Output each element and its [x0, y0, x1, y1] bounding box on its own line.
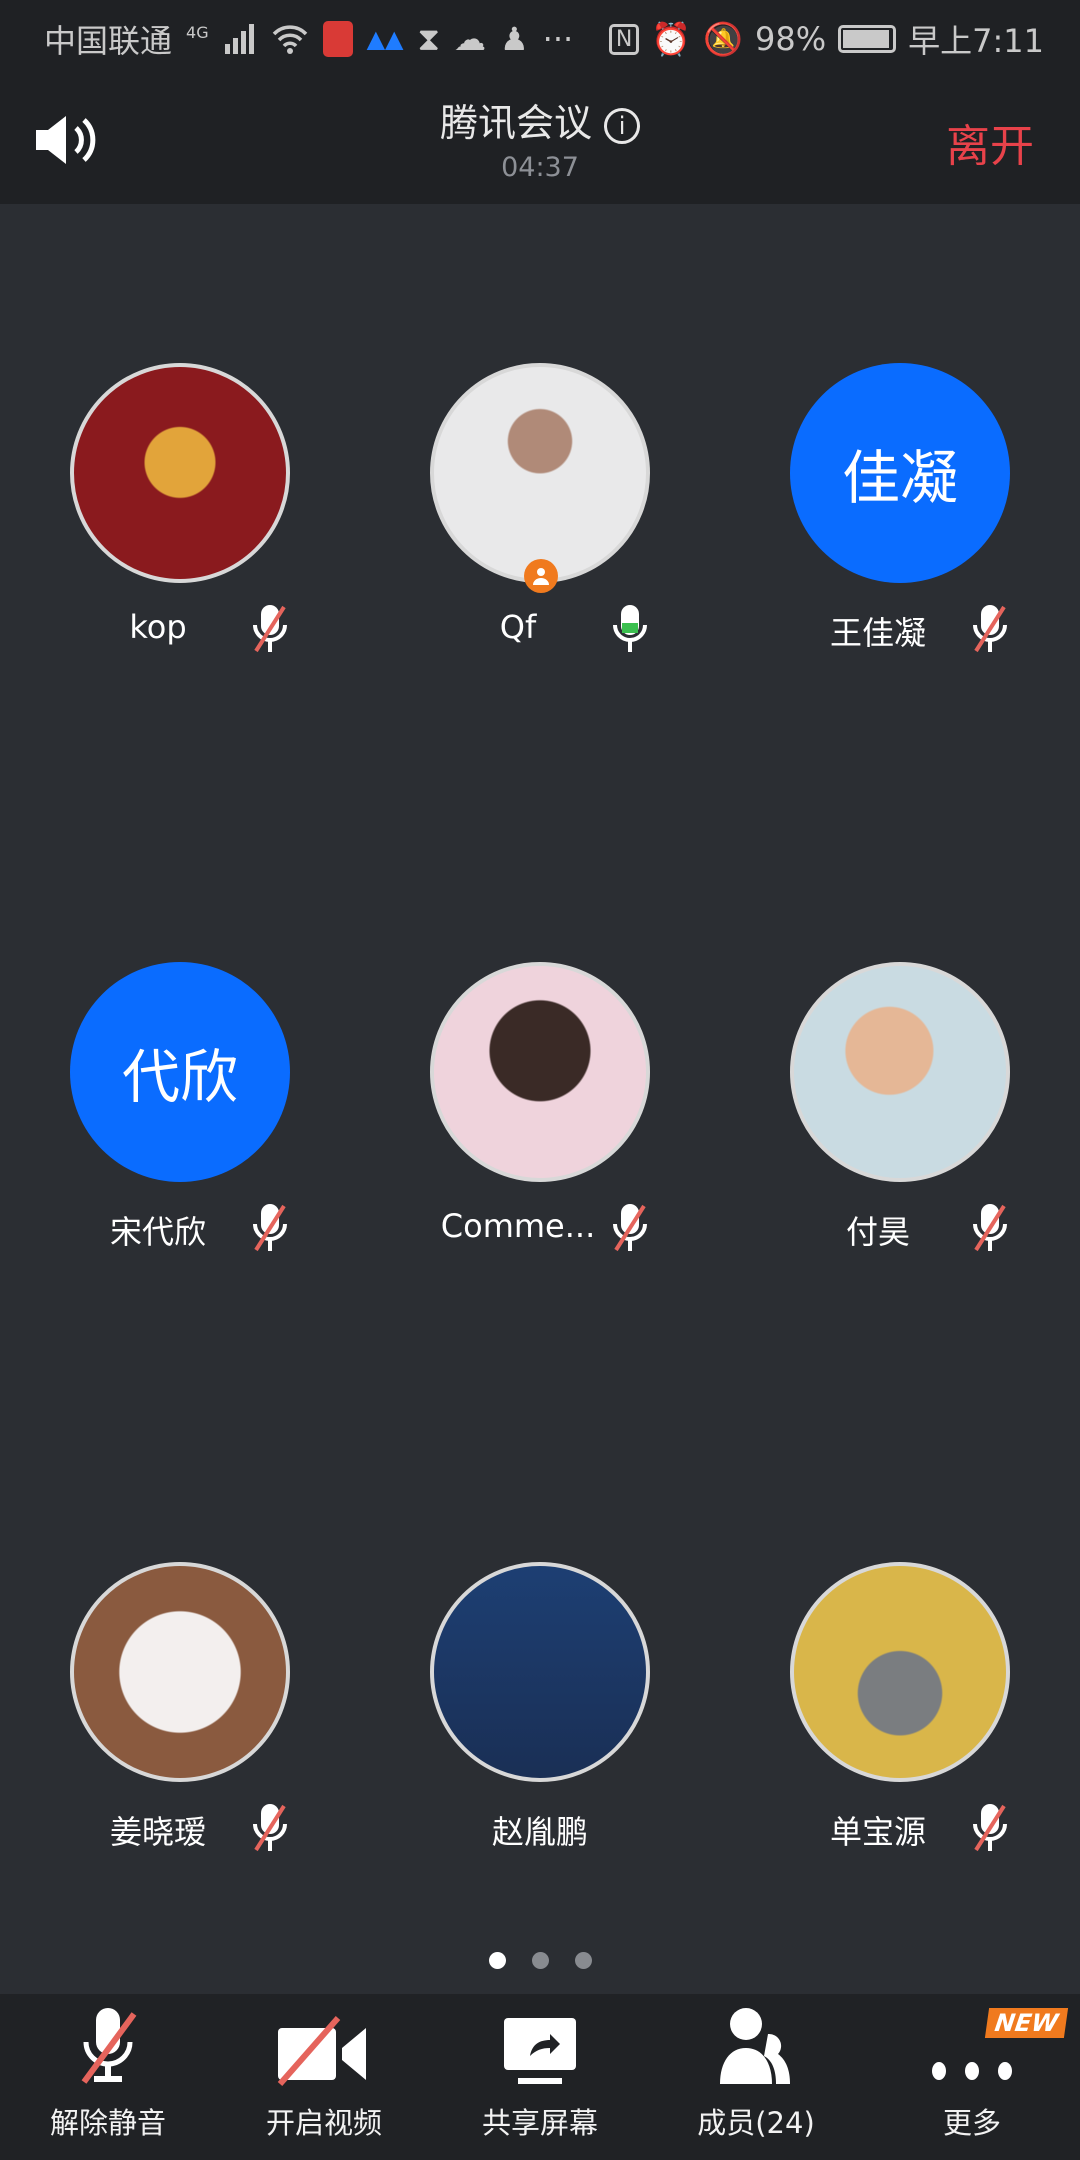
participant-tile[interactable]: 佳凝王佳凝 [720, 363, 1080, 693]
participant-name: 单宝源 [829, 1813, 926, 1851]
video-off-icon [216, 1994, 432, 2094]
participant-tile[interactable]: 姜晓瑷 [0, 1562, 360, 1892]
clock: 早上7:11 [908, 22, 1044, 60]
network-type: 4G [186, 22, 209, 42]
toolbar-label: 开启视频 [265, 2106, 382, 2140]
toolbar-label: 更多 [942, 2106, 1001, 2140]
avatar [790, 962, 1010, 1182]
avatar [70, 363, 290, 583]
participant-name: 姜晓瑷 [109, 1813, 206, 1851]
participant-tile[interactable]: kop [0, 363, 360, 693]
participant-tile[interactable]: 代欣宋代欣 [0, 962, 360, 1292]
silent-icon: 🔕 [703, 20, 743, 58]
battery-icon [838, 25, 897, 53]
participant-tile[interactable]: Comme... [360, 962, 720, 1292]
more-notifications-icon: ··· [542, 20, 574, 58]
wifi-icon [272, 25, 307, 54]
host-badge-icon [524, 559, 558, 593]
carrier: 中国联通 [44, 22, 173, 60]
start-video-button[interactable]: 开启视频 [216, 1994, 432, 2160]
toolbar-label: 成员(24) [697, 2106, 815, 2140]
new-badge: NEW [984, 2008, 1069, 2038]
page-dot[interactable] [574, 1952, 592, 1969]
mic-muted-icon [968, 1202, 1012, 1258]
participant-name: 付昊 [845, 1213, 910, 1251]
alarm-icon: ⏰ [651, 20, 692, 58]
page-dot[interactable] [531, 1952, 549, 1969]
participant-name: Qf [499, 608, 537, 646]
bottom-toolbar: 解除静音 开启视频 共享屏幕 成员(24) 更多 NEW [0, 1994, 1080, 2160]
meeting-timer: 04:37 [501, 152, 579, 183]
members-button[interactable]: 成员(24) [648, 1994, 864, 2160]
participant-name: Comme... [440, 1207, 596, 1245]
mic-muted-icon [968, 603, 1012, 659]
battery-percent: 98% [755, 20, 827, 58]
unmute-button[interactable]: 解除静音 [0, 1994, 216, 2160]
participant-name: 赵胤鹏 [491, 1813, 588, 1851]
participant-name: 宋代欣 [109, 1213, 206, 1251]
avatar: 佳凝 [790, 363, 1010, 583]
participant-tile[interactable]: 付昊 [720, 962, 1080, 1292]
participant-tile[interactable]: 单宝源 [720, 1562, 1080, 1892]
qq-icon: ♟ [499, 20, 529, 58]
toolbar-label: 解除静音 [49, 2106, 166, 2140]
page-dot[interactable] [488, 1952, 506, 1969]
signal-icon [224, 24, 254, 54]
mic-active-icon [608, 603, 652, 659]
mic-muted-icon [968, 1802, 1012, 1858]
cloud-icon: ☁ [453, 20, 486, 58]
status-bar: 中国联通 4G ▲▲ ⧗ ☁ ♟ ··· N ⏰ 🔕 98% 早上7:11 [0, 0, 1080, 72]
mic-muted-icon [248, 603, 292, 659]
toolbar-label: 共享屏幕 [481, 2106, 598, 2140]
participant-name: 王佳凝 [829, 614, 926, 652]
participant-tile[interactable]: 赵胤鹏 [360, 1562, 720, 1892]
share-screen-button[interactable]: 共享屏幕 [432, 1994, 648, 2160]
share-screen-icon [432, 1994, 648, 2094]
app-notification-icon: ▲▲ [366, 25, 404, 53]
avatar: 代欣 [70, 962, 290, 1182]
meeting-title[interactable]: 腾讯会议 i [0, 92, 1080, 147]
members-icon [648, 1994, 864, 2094]
avatar [790, 1562, 1010, 1782]
leave-button[interactable]: 离开 [946, 110, 1034, 174]
mic-muted-icon [248, 1802, 292, 1858]
page-indicator [0, 1952, 1080, 1969]
hourglass-icon: ⧗ [417, 19, 440, 58]
participant-tile[interactable]: Qf [360, 363, 720, 693]
more-button[interactable]: 更多 NEW [864, 1994, 1080, 2160]
avatar [430, 363, 650, 583]
avatar [70, 1562, 290, 1782]
mic-muted-icon [608, 1202, 652, 1258]
participant-name: kop [129, 608, 187, 646]
avatar [430, 962, 650, 1182]
mic-muted-icon [0, 1994, 216, 2094]
avatar [430, 1562, 650, 1782]
info-icon[interactable]: i [604, 107, 641, 144]
recording-mic-icon [322, 21, 353, 57]
nfc-icon: N [608, 23, 640, 55]
mic-muted-icon [248, 1202, 292, 1258]
meeting-header: 腾讯会议 i 04:37 离开 [0, 72, 1080, 204]
